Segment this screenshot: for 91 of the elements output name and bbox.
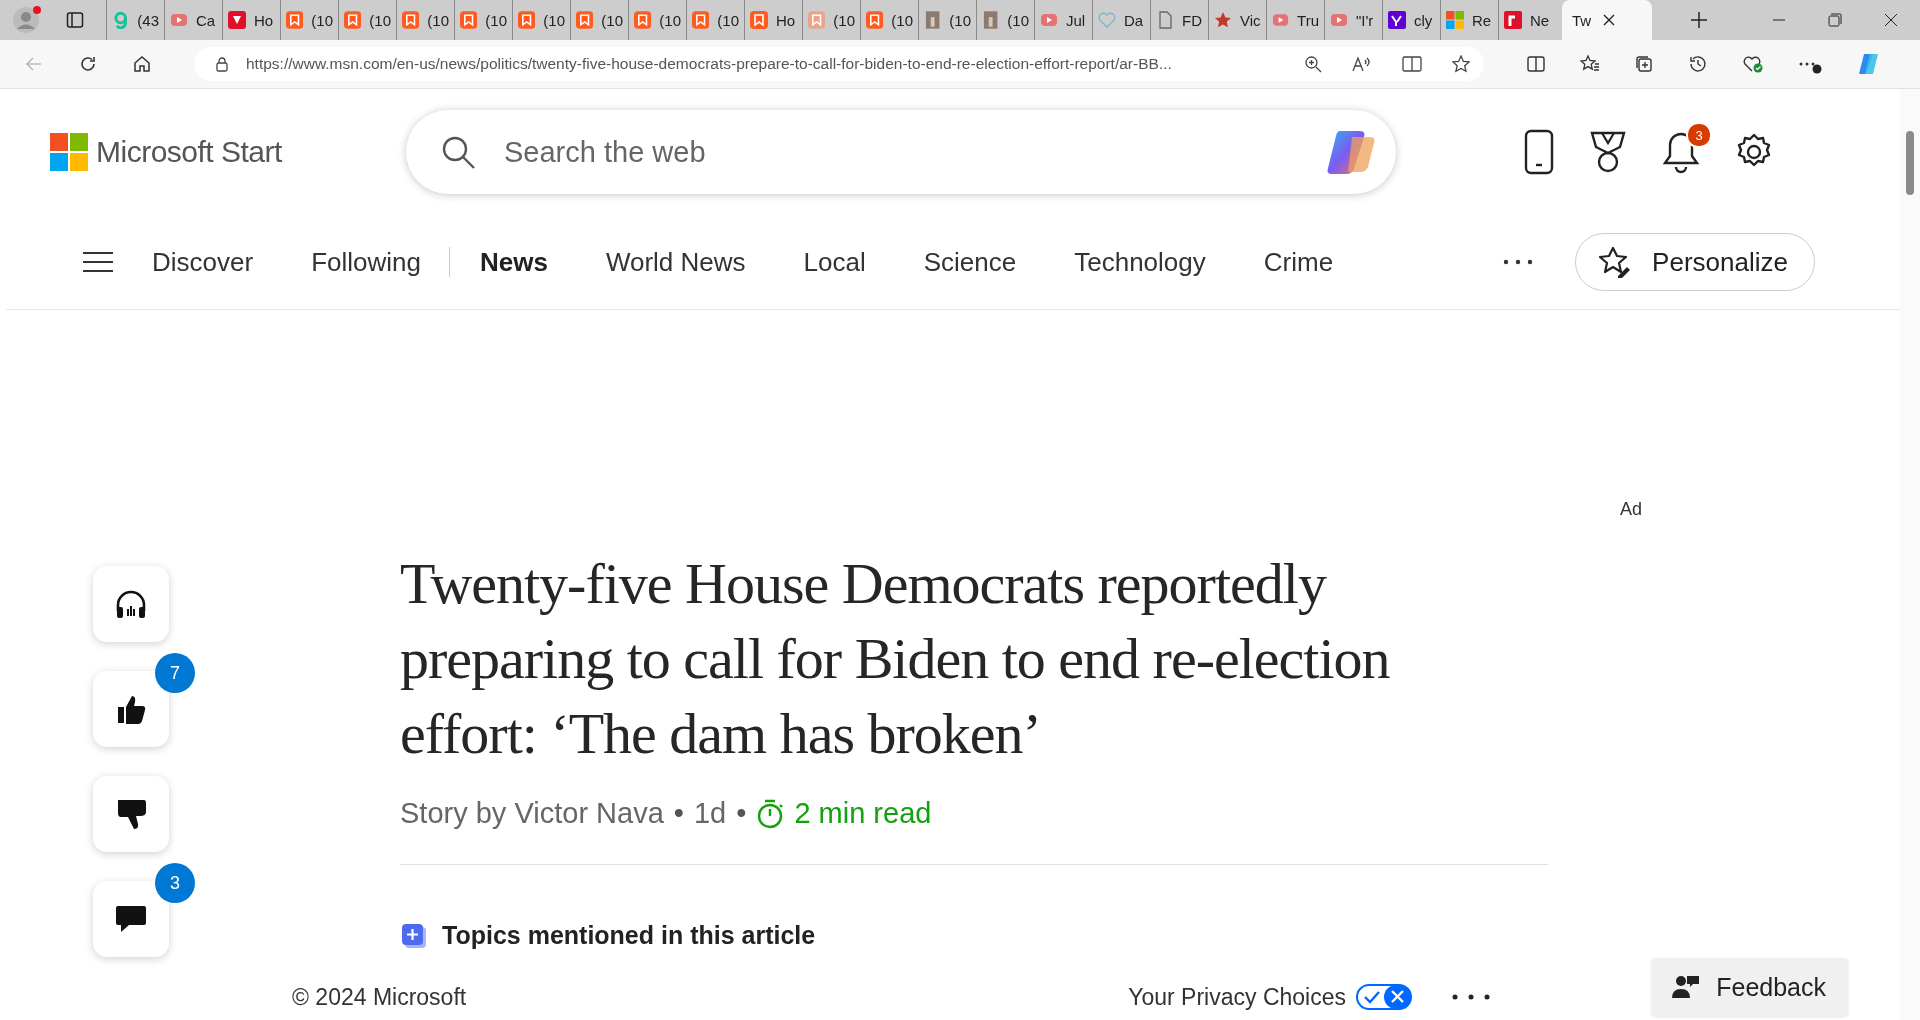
site-icon xyxy=(1272,11,1290,29)
lock-icon xyxy=(214,56,230,72)
scrollbar[interactable] xyxy=(1900,89,1920,1020)
close-window-icon[interactable] xyxy=(1884,13,1898,27)
read-aloud-icon[interactable] xyxy=(1352,55,1372,73)
zoom-icon[interactable] xyxy=(1304,55,1322,73)
site-icon xyxy=(170,11,188,29)
notification-count: 3 xyxy=(1686,122,1712,148)
address-field[interactable]: https://www.msn.com/en-us/news/politics/twenty-five-house-democrats-prepare-to-call-for-biden-to-end-re-election-effort-report/ar-BB... xyxy=(194,47,1484,81)
profile-icon[interactable] xyxy=(12,5,42,35)
new-tab-icon[interactable] xyxy=(1690,11,1708,29)
thumbs-up-icon xyxy=(116,693,146,725)
personalize-button[interactable]: Personalize xyxy=(1575,233,1815,291)
site-icon xyxy=(1214,11,1232,29)
site-icon xyxy=(344,11,362,29)
site-icon xyxy=(286,11,304,29)
nav-link[interactable]: Technology xyxy=(1074,246,1206,278)
separator-dot: • xyxy=(736,797,747,830)
nav-link[interactable]: Crime xyxy=(1263,246,1334,278)
author-byline[interactable]: Story by Victor Nava xyxy=(400,797,664,830)
read-time: 2 min read xyxy=(794,797,932,830)
site-icon xyxy=(1330,11,1348,29)
browser-tab[interactable]: Tw xyxy=(1562,0,1652,40)
heartbeat-icon[interactable] xyxy=(1742,54,1764,74)
thumbs-down-icon xyxy=(116,798,146,830)
site-icon xyxy=(1446,11,1464,29)
site-icon xyxy=(1156,11,1174,29)
site-icon xyxy=(808,11,826,29)
bell-icon[interactable] xyxy=(1662,130,1700,174)
privacy-link[interactable]: Your Privacy Choices xyxy=(1128,983,1346,1011)
collections-icon[interactable] xyxy=(1634,54,1654,74)
like-button[interactable] xyxy=(93,671,169,747)
feedback-icon xyxy=(1672,974,1701,1000)
split-screen-icon[interactable] xyxy=(1526,54,1546,74)
site-icon xyxy=(228,11,246,29)
separator-dot: • xyxy=(673,797,684,830)
article-age: 1d xyxy=(693,797,727,830)
favorite-star-icon[interactable] xyxy=(1452,55,1470,73)
nav-link[interactable]: Local xyxy=(803,246,866,278)
phone-icon[interactable] xyxy=(1524,129,1554,175)
history-icon[interactable] xyxy=(1688,54,1708,74)
nav-link[interactable]: Following xyxy=(311,246,421,278)
site-icon xyxy=(112,11,130,29)
feedback-button[interactable]: Feedback xyxy=(1652,958,1848,1016)
site-icon xyxy=(460,11,478,29)
copyright-text: © 2024 Microsoft xyxy=(292,983,467,1011)
home-icon[interactable] xyxy=(132,54,152,74)
site-icon xyxy=(866,11,884,29)
comment-icon xyxy=(115,904,147,934)
count-badge: 7 xyxy=(155,653,195,693)
brand-name[interactable]: Microsoft Start xyxy=(96,135,282,169)
site-icon xyxy=(576,11,594,29)
article-headline: Twenty-five House Democrats reportedly preparing to call for Biden to end re-election effort: ‘The dam has broken’ xyxy=(400,550,1391,768)
site-icon xyxy=(1504,11,1522,29)
more-icon[interactable] xyxy=(1452,994,1490,1000)
site-icon xyxy=(982,11,1000,29)
immersive-reader-icon[interactable] xyxy=(1402,55,1422,73)
topics-heading: Topics mentioned in this article xyxy=(442,921,816,950)
search-field[interactable]: Search the web xyxy=(502,134,1296,170)
dislike-button[interactable] xyxy=(93,776,169,852)
search-icon xyxy=(440,134,476,170)
trophy-icon[interactable] xyxy=(1588,130,1628,174)
nav-link[interactable]: News xyxy=(479,246,548,278)
restore-icon[interactable] xyxy=(1828,13,1842,27)
add-topic-icon[interactable] xyxy=(400,921,428,950)
count-badge: 3 xyxy=(155,863,195,903)
nav-link[interactable]: World News xyxy=(605,246,746,278)
timer-icon xyxy=(756,798,785,829)
star-pen-icon xyxy=(1598,246,1633,278)
favorites-icon[interactable] xyxy=(1580,54,1600,74)
site-icon xyxy=(634,11,652,29)
site-icon xyxy=(1098,11,1116,29)
privacy-toggle-icon[interactable] xyxy=(1356,984,1412,1010)
nav-link[interactable]: Science xyxy=(923,246,1017,278)
more-icon[interactable] xyxy=(1503,259,1534,265)
site-icon xyxy=(1388,11,1406,29)
menu-icon[interactable] xyxy=(82,251,114,273)
comment-button[interactable] xyxy=(93,881,169,957)
site-icon xyxy=(518,11,536,29)
logo-icon[interactable] xyxy=(50,133,88,171)
refresh-icon[interactable] xyxy=(78,54,98,74)
site-icon xyxy=(692,11,710,29)
site-icon xyxy=(924,11,942,29)
ad-label: Ad xyxy=(1619,499,1642,520)
site-icon xyxy=(1040,11,1058,29)
nav-link[interactable]: Discover xyxy=(152,246,254,278)
close-tab-icon[interactable] xyxy=(1603,14,1616,26)
tab-actions-icon[interactable] xyxy=(66,11,84,29)
site-icon xyxy=(750,11,768,29)
listen-button[interactable] xyxy=(93,566,169,642)
site-icon xyxy=(402,11,420,29)
